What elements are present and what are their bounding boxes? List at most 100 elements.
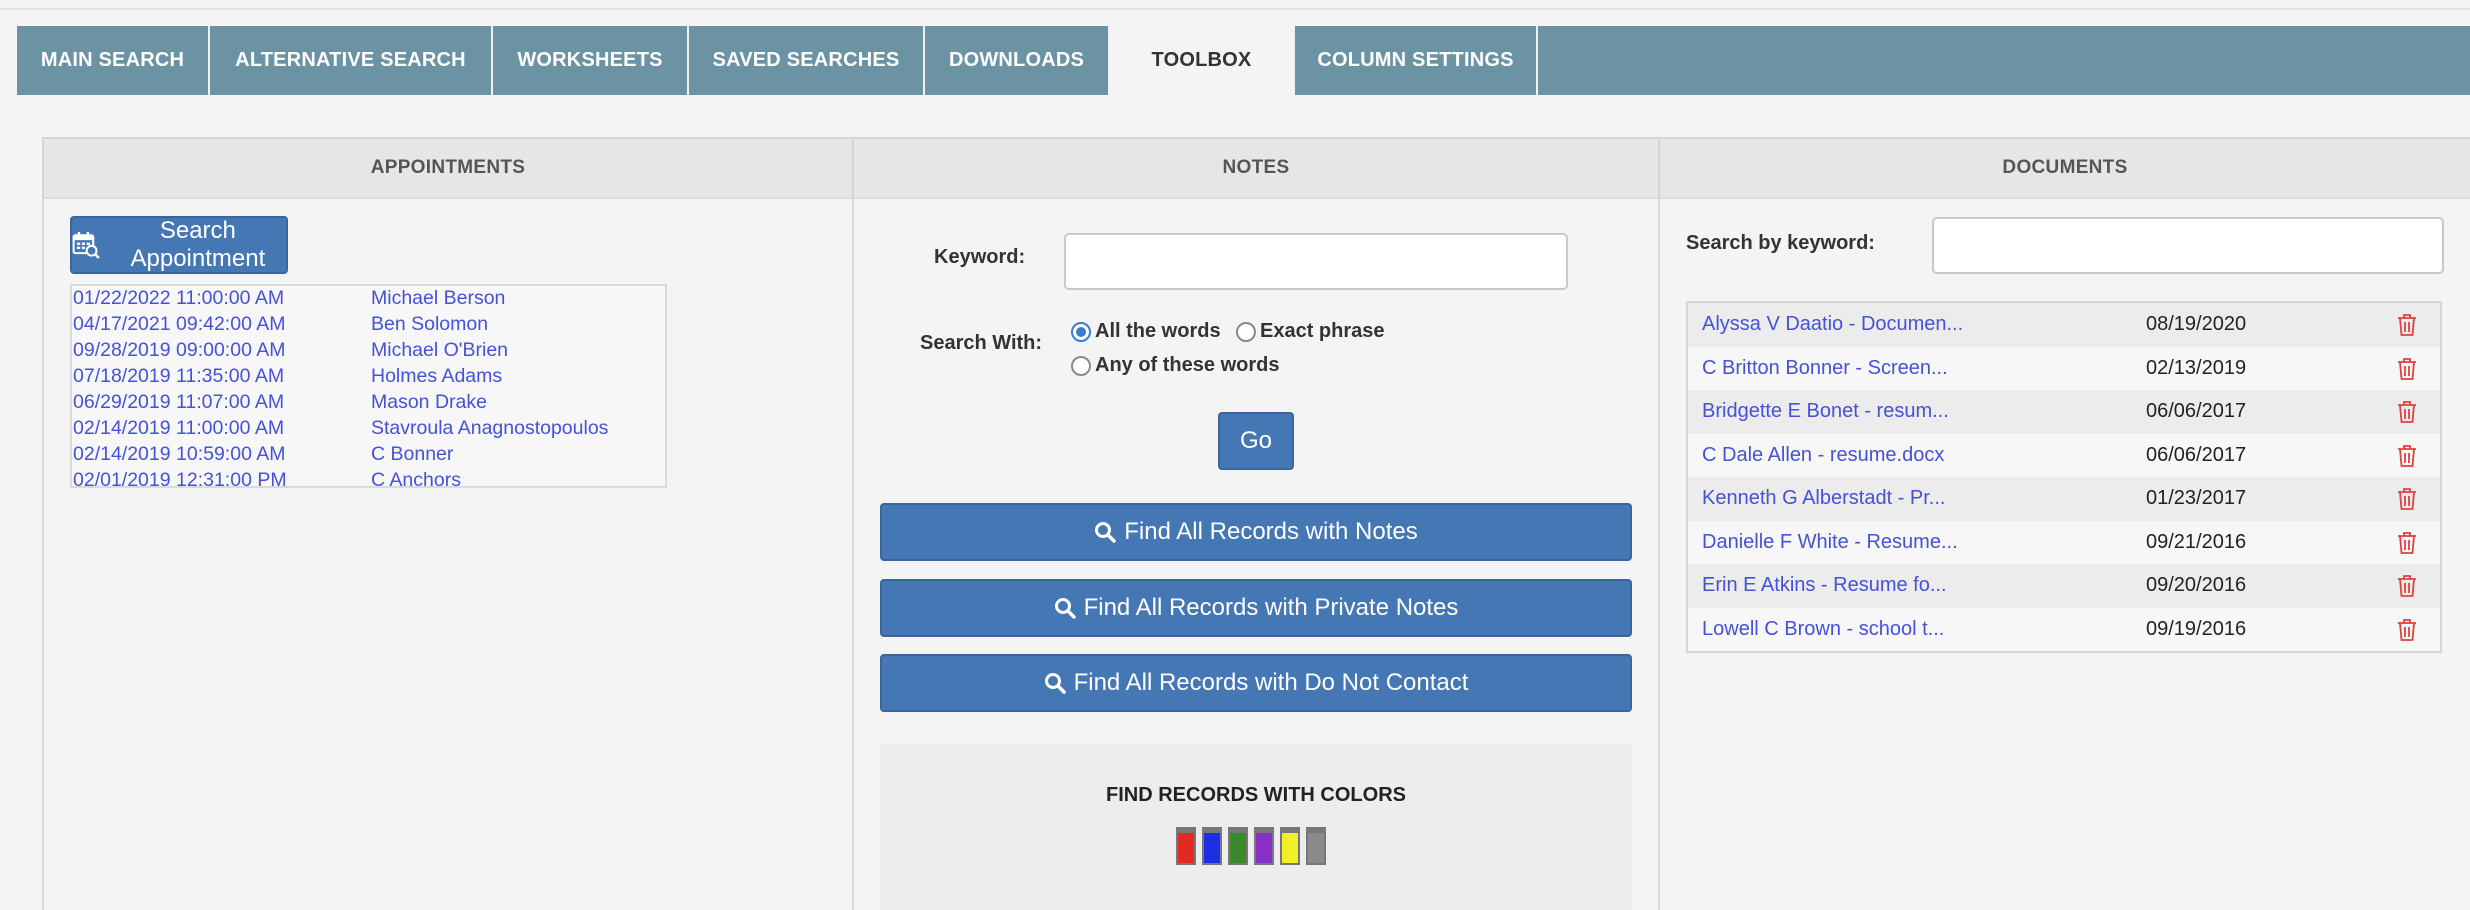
appointment-date: 04/17/2021 09:42:00 AM [73, 313, 286, 335]
magnifier-icon [1044, 673, 1066, 694]
appointments-title: APPOINTMENTS [44, 139, 852, 199]
appointment-name: Michael O'Brien [371, 339, 509, 361]
table-row: Erin E Atkins - Resume fo... 09/20/2016 [1688, 564, 2440, 608]
appointment-name: Stavroula Anagnostopoulos [371, 417, 609, 439]
color-swatch-yellow[interactable] [1280, 827, 1300, 865]
color-swatch-red[interactable] [1176, 827, 1196, 865]
documents-title: DOCUMENTS [1660, 139, 2470, 199]
appointment-date: 02/14/2019 10:59:00 AM [73, 443, 286, 465]
radio-label: Exact phrase [1260, 320, 1385, 342]
appointment-name: C Anchors [371, 469, 461, 488]
color-swatch-blue[interactable] [1202, 827, 1222, 865]
notes-panel: NOTES Keyword: Search With: All the word… [852, 137, 1660, 910]
go-button[interactable]: Go [1218, 412, 1294, 470]
appointment-name: Mason Drake [371, 391, 487, 413]
color-swatch-green[interactable] [1228, 827, 1248, 865]
find-dnc-label: Find All Records with Do Not Contact [1073, 669, 1469, 696]
document-link[interactable]: Erin E Atkins - Resume fo... [1702, 574, 1947, 597]
tab-main-search[interactable]: MAIN SEARCH [17, 26, 210, 95]
color-swatches [1176, 827, 1326, 865]
document-date: 08/19/2020 [2146, 313, 2247, 336]
appointment-name: Ben Solomon [371, 313, 489, 335]
tab-toolbox[interactable]: TOOLBOX [1110, 26, 1295, 95]
search-appointment-button[interactable]: Search Appointment [70, 216, 288, 274]
document-date: 09/19/2016 [2146, 617, 2247, 640]
find-private-notes-button[interactable]: Find All Records with Private Notes [880, 579, 1632, 637]
table-row: Bridgette E Bonet - resum... 06/06/2017 [1688, 390, 2440, 434]
search-appointment-label: Search Appointment [130, 217, 266, 272]
appointment-name: C Bonner [371, 443, 454, 465]
doc-keyword-label: Search by keyword: [1686, 232, 1875, 254]
table-row: Danielle F White - Resume... 09/21/2016 [1688, 521, 2440, 565]
tab-saved-searches[interactable]: SAVED SEARCHES [689, 26, 925, 95]
trash-icon[interactable] [2396, 487, 2418, 511]
appointment-date: 01/22/2022 11:00:00 AM [73, 287, 285, 309]
tab-alternative-search[interactable]: ALTERNATIVE SEARCH [210, 26, 493, 95]
appointment-name: Holmes Adams [371, 365, 503, 387]
table-row: Lowell C Brown - school t... 09/19/2016 [1688, 608, 2440, 652]
document-link[interactable]: Alyssa V Daatio - Documen... [1702, 313, 1963, 336]
keyword-label: Keyword: [934, 246, 1026, 268]
doc-keyword-input[interactable] [1932, 217, 2444, 274]
radio-dot [1071, 321, 1091, 342]
find-do-not-contact-button[interactable]: Find All Records with Do Not Contact [880, 654, 1632, 712]
find-notes-button[interactable]: Find All Records with Notes [880, 503, 1632, 561]
document-link[interactable]: C Britton Bonner - Screen... [1702, 357, 1948, 380]
color-swatch-gray[interactable] [1306, 827, 1326, 865]
trash-icon[interactable] [2396, 444, 2418, 468]
appointments-panel: APPOINTMENTS Search Appointment 01/22/20… [42, 137, 854, 910]
trash-icon[interactable] [2396, 574, 2418, 598]
table-row: Kenneth G Alberstadt - Pr... 01/23/2017 [1688, 477, 2440, 521]
appointment-name: Michael Berson [371, 287, 506, 309]
appointment-date: 02/14/2019 11:00:00 AM [73, 417, 285, 439]
radio-dot [1071, 355, 1091, 376]
document-date: 06/06/2017 [2146, 400, 2247, 423]
radio-any-words[interactable]: Any of these words [1071, 354, 1279, 377]
document-link[interactable]: Lowell C Brown - school t... [1702, 618, 1944, 641]
find-notes-label: Find All Records with Notes [1124, 518, 1418, 545]
magnifier-icon [1095, 522, 1117, 543]
trash-icon[interactable] [2396, 618, 2418, 642]
document-link[interactable]: C Dale Allen - resume.docx [1702, 444, 1944, 467]
color-swatch-purple[interactable] [1254, 827, 1274, 865]
tab-downloads[interactable]: DOWNLOADS [925, 26, 1110, 95]
magnifier-icon [1054, 598, 1076, 619]
trash-icon[interactable] [2396, 313, 2418, 337]
colors-title: FIND RECORDS WITH COLORS [1106, 784, 1406, 806]
document-date: 09/21/2016 [2146, 530, 2247, 553]
document-link[interactable]: Danielle F White - Resume... [1702, 531, 1958, 554]
document-date: 06/06/2017 [2146, 443, 2247, 466]
tab-worksheets[interactable]: WORKSHEETS [493, 26, 689, 95]
documents-panel: DOCUMENTS Search by keyword: Alyssa V Da… [1658, 137, 2470, 910]
notes-title: NOTES [854, 139, 1658, 199]
radio-label: Any of these words [1095, 354, 1280, 376]
document-link[interactable]: Bridgette E Bonet - resum... [1702, 400, 1949, 423]
keyword-input[interactable] [1064, 233, 1568, 290]
tab-bar: MAIN SEARCH ALTERNATIVE SEARCH WORKSHEET… [17, 26, 2470, 95]
radio-label: All the words [1095, 320, 1221, 342]
documents-list: Alyssa V Daatio - Documen... 08/19/2020 C… [1686, 301, 2442, 653]
top-border [0, 0, 2470, 10]
appointments-list[interactable]: 01/22/2022 11:00:00 AM Michael Berson 04/… [70, 284, 667, 488]
document-date: 09/20/2016 [2146, 574, 2247, 597]
radio-exact-phrase[interactable]: Exact phrase [1236, 320, 1385, 343]
appointment-date: 09/28/2019 09:00:00 AM [73, 339, 286, 361]
trash-icon[interactable] [2396, 357, 2418, 381]
document-link[interactable]: Kenneth G Alberstadt - Pr... [1702, 487, 1945, 510]
calendar-search-icon [72, 231, 100, 259]
table-row: Alyssa V Daatio - Documen... 08/19/2020 [1688, 303, 2440, 347]
appointment-date: 06/29/2019 11:07:00 AM [73, 391, 285, 413]
appointment-date: 02/01/2019 12:31:00 PM [73, 469, 287, 488]
tab-column-settings[interactable]: COLUMN SETTINGS [1295, 26, 1538, 95]
colors-section: FIND RECORDS WITH COLORS [880, 744, 1632, 910]
trash-icon[interactable] [2396, 400, 2418, 424]
appointment-date: 07/18/2019 11:35:00 AM [73, 365, 285, 387]
table-row: C Dale Allen - resume.docx 06/06/2017 [1688, 434, 2440, 478]
search-with-label: Search With: [920, 332, 1043, 354]
radio-all-words[interactable]: All the words [1071, 320, 1221, 343]
find-private-label: Find All Records with Private Notes [1083, 594, 1459, 621]
radio-dot [1236, 321, 1256, 342]
trash-icon[interactable] [2396, 531, 2418, 555]
document-date: 02/13/2019 [2146, 356, 2247, 379]
document-date: 01/23/2017 [2146, 487, 2247, 510]
